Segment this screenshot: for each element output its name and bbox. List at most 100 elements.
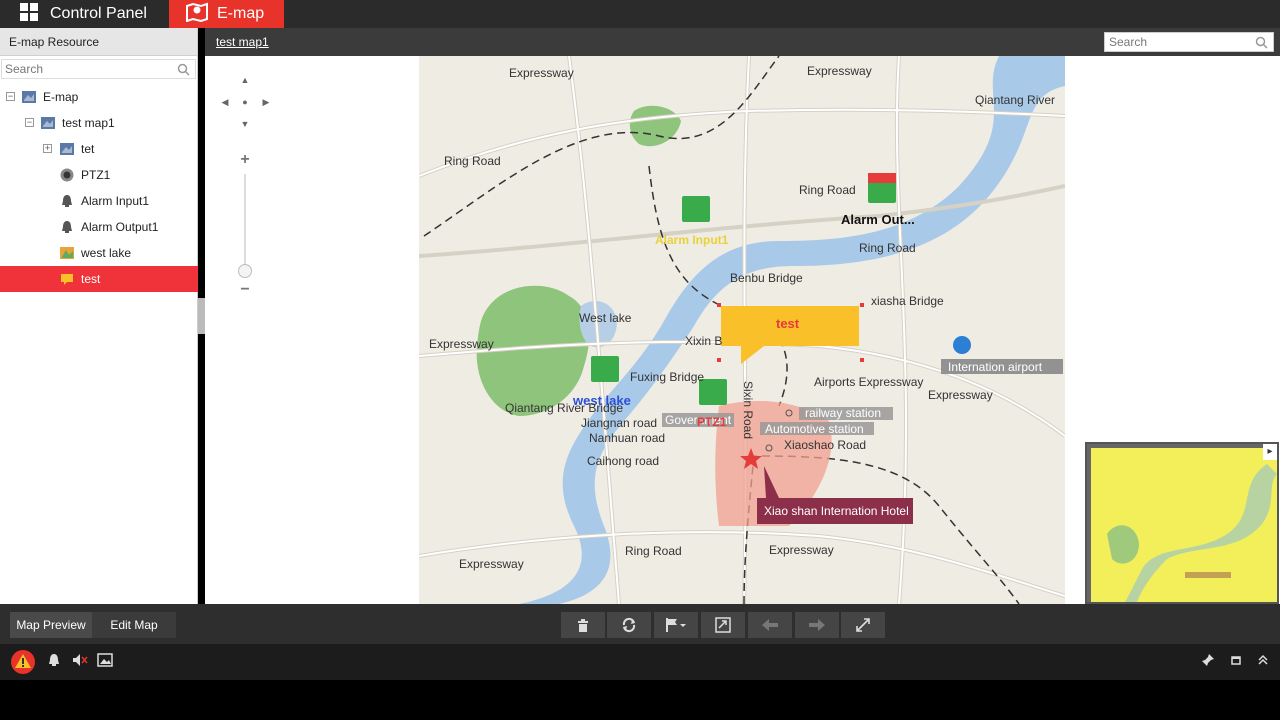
top-bar: Control Panel E-map <box>0 0 1280 28</box>
tree-item-tet[interactable]: + tet <box>0 136 198 162</box>
overview-toggle-icon[interactable]: ▸ <box>1263 444 1277 460</box>
window-icon[interactable] <box>1230 653 1242 671</box>
pan-control: ▲ ◀ ● ▶ ▼ <box>215 70 277 134</box>
tree-item-west-lake[interactable]: west lake <box>0 240 198 266</box>
emap-canvas[interactable]: Expressway Expressway Qiantang River Rin… <box>419 56 1065 604</box>
edit-map-button[interactable]: Edit Map <box>92 612 176 638</box>
bottom-toolbar: Map Preview Edit Map <box>0 604 1280 644</box>
tree-item-test-map1[interactable]: − test map1 <box>0 110 198 136</box>
label-airports-expressway: Airports Expressway <box>814 375 923 389</box>
label-ring-road: Ring Road <box>799 183 856 197</box>
map-overview[interactable]: ▸ <box>1085 442 1279 604</box>
zoom-slider-handle[interactable] <box>238 264 252 278</box>
label-expressway: Expressway <box>928 388 993 402</box>
mute-icon[interactable] <box>72 653 88 672</box>
ptz-camera-icon <box>60 168 74 182</box>
image-icon[interactable] <box>97 653 113 672</box>
tree-item-label: Alarm Output1 <box>81 220 159 234</box>
map-search-input[interactable] <box>1105 33 1250 51</box>
emap-resource-panel: E-map Resource − E-map − test map1 + tet… <box>0 28 198 604</box>
map-preview-button[interactable]: Map Preview <box>10 612 92 638</box>
forward-icon[interactable] <box>795 612 839 638</box>
refresh-icon[interactable] <box>607 612 651 638</box>
tree-item-alarm-input1[interactable]: Alarm Input1 <box>0 188 198 214</box>
label-railway-station: railway station <box>805 406 881 420</box>
emap-icon <box>185 2 209 27</box>
label-ring-road: Ring Road <box>444 154 501 168</box>
tree-item-alarm-output1[interactable]: Alarm Output1 <box>0 214 198 240</box>
collapse-toggle[interactable]: − <box>6 92 15 101</box>
hot-spot-icon <box>60 272 74 286</box>
alarm-warning-icon[interactable] <box>10 650 36 679</box>
status-bar <box>0 644 1280 680</box>
label-expressway: Expressway <box>769 543 834 557</box>
hot-region-icon <box>60 246 74 260</box>
label-hotel: Xiao shan Internation Hotel <box>764 504 909 518</box>
pan-center-icon[interactable]: ● <box>237 94 253 110</box>
pan-down-icon[interactable]: ▼ <box>237 116 253 132</box>
collapse-toggle[interactable]: − <box>25 118 34 127</box>
tree-item-label: west lake <box>81 246 132 260</box>
label-xiaoshao-road: Xiaoshao Road <box>784 438 866 452</box>
map-search-box <box>1104 32 1274 52</box>
expand-toggle[interactable]: + <box>43 144 52 153</box>
label-west-lake-map: West lake <box>579 311 632 325</box>
alarm-input-icon <box>60 194 74 208</box>
tree-item-label: test <box>81 272 101 286</box>
label-automotive-station: Automotive station <box>765 422 864 436</box>
tree-item-ptz1[interactable]: PTZ1 <box>0 162 198 188</box>
map-toolbar: test map1 <box>205 28 1280 56</box>
label-xixin: Xixin B <box>685 334 722 348</box>
pin-icon[interactable] <box>1201 653 1215 672</box>
search-icon[interactable] <box>177 63 190 81</box>
tree-item-test[interactable]: test <box>0 266 198 292</box>
label-ring-road: Ring Road <box>859 241 916 255</box>
label-fuxing-bridge: Fuxing Bridge <box>630 370 704 384</box>
pan-right-icon[interactable]: ▶ <box>258 94 274 110</box>
label-nanhuan-road: Nanhuan road <box>589 431 665 445</box>
fullscreen-icon[interactable] <box>841 612 885 638</box>
grid-icon <box>20 2 38 26</box>
bell-icon[interactable] <box>47 653 61 672</box>
tab-emap-label: E-map <box>217 5 265 22</box>
label-alarm-input: Alarm Input1 <box>655 233 729 247</box>
label-qiantang-river: Qiantang River <box>975 93 1055 107</box>
map-view[interactable]: ▲ ◀ ● ▶ ▼ + − Expressway Expressway Qian… <box>205 56 1280 604</box>
zoom-out-icon[interactable]: − <box>235 280 255 300</box>
delete-icon[interactable] <box>561 612 605 638</box>
search-icon[interactable] <box>1255 36 1268 54</box>
resource-search-input[interactable] <box>2 60 172 78</box>
collapse-up-icon[interactable] <box>1257 653 1269 671</box>
resource-search-box <box>1 59 196 79</box>
zoom-track[interactable] <box>244 174 246 272</box>
back-icon[interactable] <box>748 612 792 638</box>
label-expressway: Expressway <box>429 337 494 351</box>
tree-item-label: PTZ1 <box>81 168 111 182</box>
tab-emap[interactable]: E-map <box>169 0 284 28</box>
label-internation-airport: Internation airport <box>948 360 1043 374</box>
current-map-link[interactable]: test map1 <box>216 35 269 49</box>
airport-marker <box>953 336 971 354</box>
tree-item-emap[interactable]: − E-map <box>0 84 198 110</box>
alarm-input-marker <box>682 196 710 222</box>
label-jiangnan-road: Jiangnan road <box>581 416 657 430</box>
pan-left-icon[interactable]: ◀ <box>217 94 233 110</box>
label-alarm-out: Alarm Out... <box>841 212 915 227</box>
label-test-hotspot: test <box>776 316 800 331</box>
pan-up-icon[interactable]: ▲ <box>237 72 253 88</box>
flag-icon[interactable] <box>654 612 698 638</box>
label-ring-road: Ring Road <box>625 544 682 558</box>
label-caihong-road: Caihong road <box>587 454 659 468</box>
zoom-fit-icon[interactable] <box>701 612 745 638</box>
label-xiasha-bridge: xiasha Bridge <box>871 294 944 308</box>
west-lake-marker <box>591 356 619 382</box>
emap-app: Control Panel E-map E-map Resource − E-m… <box>0 0 1280 720</box>
tab-control-panel[interactable]: Control Panel <box>0 0 168 28</box>
tree-item-label: E-map <box>43 90 79 104</box>
tree-item-label: test map1 <box>62 116 115 130</box>
label-qiantang-river-bridge: Qiantang River Bridge <box>505 401 623 415</box>
label-sixin-road: Sixin Road <box>741 381 755 439</box>
zoom-in-icon[interactable]: + <box>235 150 255 170</box>
alarm-output-icon <box>60 220 74 234</box>
resource-panel-title: E-map Resource <box>0 28 197 56</box>
